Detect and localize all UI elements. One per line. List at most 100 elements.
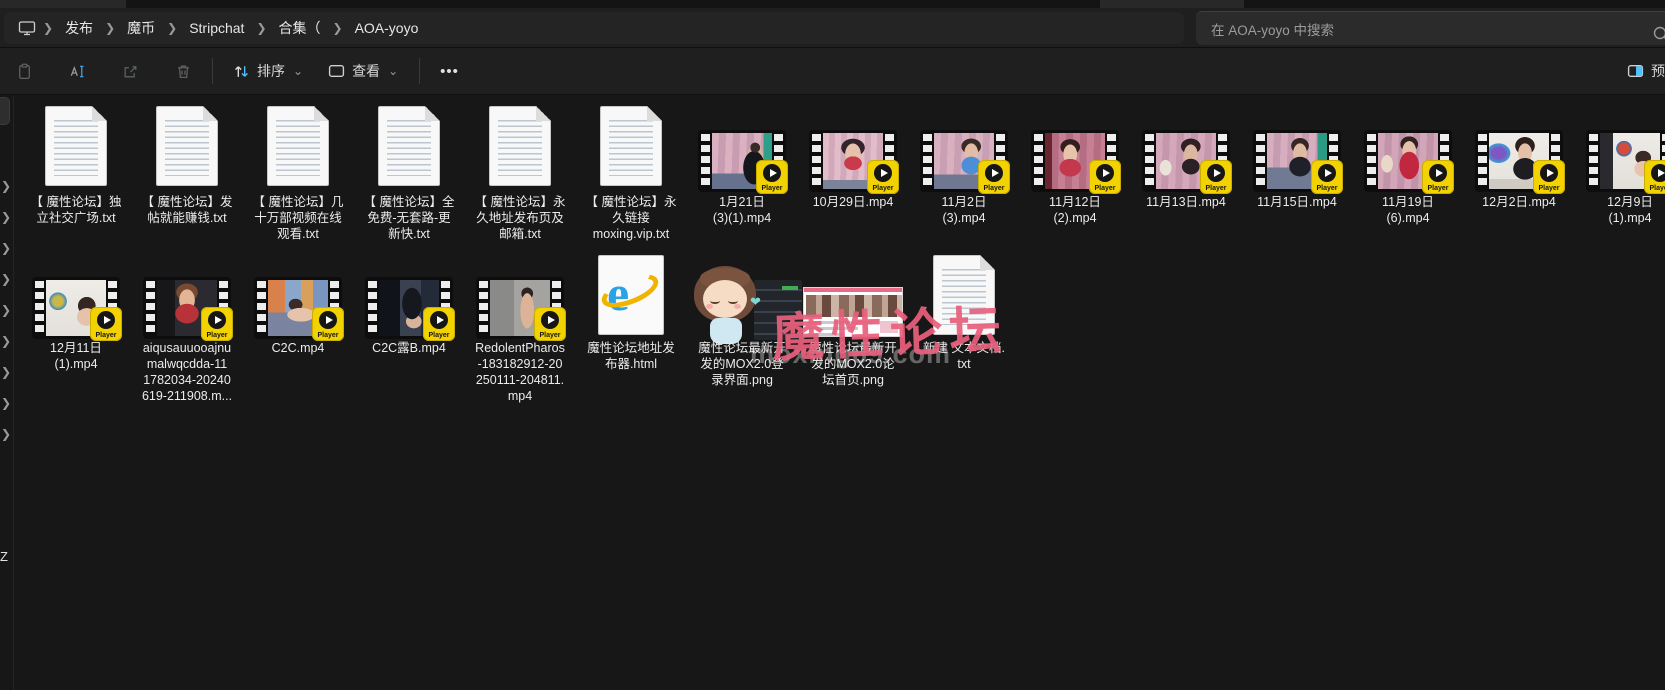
player-badge: Player — [1533, 160, 1565, 194]
file-label[interactable]: 11月12日 (2).mp4 — [1019, 194, 1131, 226]
video-thumbnail[interactable]: Player — [1586, 130, 1665, 194]
film-sprocket-holes — [1478, 134, 1487, 188]
txt-file-icon[interactable] — [378, 106, 440, 186]
film-sprocket-holes — [923, 134, 932, 188]
girl-blush — [734, 304, 741, 309]
file-label[interactable]: 12月11日 (1).mp4 — [20, 340, 132, 372]
player-badge-label: Player — [1316, 185, 1338, 192]
file-label[interactable]: 11月19日 (6).mp4 — [1352, 194, 1464, 226]
player-badge: Player — [1422, 160, 1454, 194]
film-sprocket-holes — [1034, 134, 1043, 188]
video-thumbnail[interactable]: Player — [254, 277, 344, 341]
player-badge-label: Player — [1094, 185, 1116, 192]
file-label[interactable]: 11月15日.mp4 — [1241, 194, 1353, 210]
txt-file-icon[interactable] — [45, 106, 107, 186]
player-badge-label: Player — [872, 185, 894, 192]
play-triangle-icon — [1658, 169, 1665, 177]
file-label[interactable]: 【 魔性论坛】发 帖就能赚钱.txt — [131, 194, 243, 226]
text-lines — [498, 116, 542, 176]
video-thumbnail[interactable]: Player — [1253, 130, 1343, 194]
film-sprocket-holes — [812, 134, 821, 188]
player-badge-label: Player — [1427, 185, 1449, 192]
video-thumbnail[interactable]: Player — [1475, 130, 1565, 194]
player-badge: Player — [423, 307, 455, 341]
video-thumbnail[interactable]: Player — [698, 130, 788, 194]
player-badge: Player — [978, 160, 1010, 194]
player-badge: Player — [90, 307, 122, 341]
page-fold-corner — [980, 255, 995, 270]
girl-eye — [710, 298, 720, 304]
play-triangle-icon — [770, 169, 777, 177]
player-badge-label: Player — [1649, 185, 1665, 192]
file-label[interactable]: 1月21日 (3)(1).mp4 — [686, 194, 798, 226]
player-badge-label: Player — [1538, 185, 1560, 192]
film-sprocket-holes — [701, 134, 710, 188]
txt-file-icon[interactable] — [489, 106, 551, 186]
video-thumbnail[interactable]: Player — [476, 277, 566, 341]
film-sprocket-holes — [146, 281, 155, 335]
file-label[interactable]: 12月2日.mp4 — [1463, 194, 1575, 210]
page-fold-corner — [425, 106, 440, 121]
play-triangle-icon — [437, 316, 444, 324]
film-sprocket-holes — [1589, 134, 1598, 188]
file-explorer-window: ❯ 发布 ❯ 魔币 ❯ Stripchat ❯ 合集（ ❯ AOA-yoyo 在 AOA-yoy… — [0, 0, 1665, 690]
play-triangle-icon — [1547, 169, 1554, 177]
player-badge: Player — [1089, 160, 1121, 194]
film-sprocket-holes — [479, 281, 488, 335]
play-triangle-icon — [1103, 169, 1110, 177]
heart-clip-icon: ❤ — [750, 294, 761, 309]
app-green-bar — [782, 286, 798, 290]
file-label[interactable]: 【 魔性论坛】永 久链接 moxing.vip.txt — [575, 194, 687, 242]
player-badge-label: Player — [95, 332, 117, 339]
film-sprocket-holes — [1145, 134, 1154, 188]
player-badge: Player — [201, 307, 233, 341]
file-label[interactable]: 11月2日 (3).mp4 — [908, 194, 1020, 226]
txt-file-icon[interactable] — [267, 106, 329, 186]
watermark-title: 魔性论坛 — [771, 301, 1010, 369]
file-label[interactable]: 【 魔性论坛】永 久地址发布页及 邮箱.txt — [464, 194, 576, 242]
html-file-icon-ie[interactable]: e — [597, 255, 664, 335]
file-label[interactable]: 10月29日.mp4 — [797, 194, 909, 210]
play-triangle-icon — [881, 169, 888, 177]
page-fold-corner — [203, 106, 218, 121]
play-triangle-icon — [548, 316, 555, 324]
player-badge-label: Player — [983, 185, 1005, 192]
video-thumbnail[interactable]: Player — [1031, 130, 1121, 194]
page-fold-corner — [536, 106, 551, 121]
txt-file-icon[interactable] — [600, 106, 662, 186]
film-sprocket-holes — [1367, 134, 1376, 188]
play-triangle-icon — [1325, 169, 1332, 177]
file-label[interactable]: aiqusauuooajnu malwqcdda-11 1782034-2024… — [131, 340, 243, 404]
page-fold-corner — [647, 106, 662, 121]
video-thumbnail[interactable]: Player — [32, 277, 122, 341]
file-label[interactable]: 11月13日.mp4 — [1130, 194, 1242, 210]
video-thumbnail[interactable]: Player — [143, 277, 233, 341]
player-badge: Player — [1200, 160, 1232, 194]
video-thumbnail[interactable]: Player — [1364, 130, 1454, 194]
player-badge-label: Player — [1205, 185, 1227, 192]
file-label[interactable]: 【 魔性论坛】几 十万部视频在线 观看.txt — [242, 194, 354, 242]
video-thumbnail[interactable]: Player — [920, 130, 1010, 194]
file-label[interactable]: 【 魔性论坛】全 免费-无套路-更 新快.txt — [353, 194, 465, 242]
film-sprocket-holes — [1256, 134, 1265, 188]
text-lines — [609, 116, 653, 176]
file-label[interactable]: 【 魔性论坛】独 立社交广场.txt — [20, 194, 132, 226]
text-lines — [165, 116, 209, 176]
film-sprocket-holes — [257, 281, 266, 335]
video-thumbnail[interactable]: Player — [1142, 130, 1232, 194]
video-thumbnail[interactable]: Player — [365, 277, 455, 341]
file-label[interactable]: 12月9日 (1).mp4 — [1574, 194, 1665, 226]
txt-file-icon[interactable] — [156, 106, 218, 186]
file-label[interactable]: C2C露B.mp4 — [353, 340, 465, 356]
player-badge-label: Player — [317, 332, 339, 339]
play-triangle-icon — [1214, 169, 1221, 177]
page-fold-corner — [92, 106, 107, 121]
film-sprocket-holes — [35, 281, 44, 335]
file-label[interactable]: C2C.mp4 — [242, 340, 354, 356]
player-badge-label: Player — [761, 185, 783, 192]
page-fold-corner — [314, 106, 329, 121]
video-thumbnail[interactable]: Player — [809, 130, 899, 194]
girl-blush — [706, 304, 713, 309]
file-label[interactable]: 魔性论坛地址发 布器.html — [575, 340, 687, 372]
file-label[interactable]: RedolentPharos -183182912-20 250111-2048… — [464, 340, 576, 404]
